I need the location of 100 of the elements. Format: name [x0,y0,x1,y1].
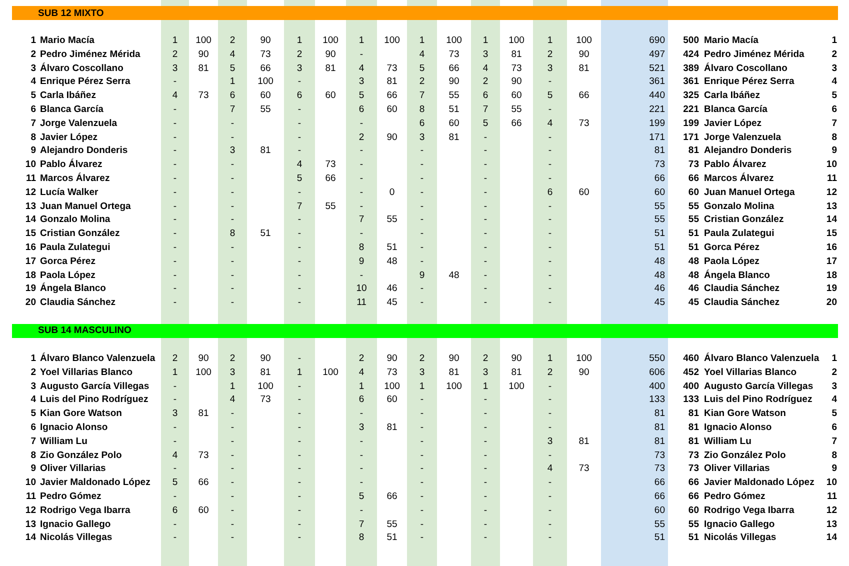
ranking-points: 51 [687,531,699,546]
player-name: Ángela Blanco [39,282,107,296]
ranking-position: 2 [830,366,837,380]
table-cell-text: - [172,282,178,296]
table-cell-text: 66 [197,476,210,490]
table-cell-text: 100 [445,34,463,48]
table-cell-text: - [296,268,302,282]
table-cell-text: 2 [482,75,490,90]
table-cell-text: 100 [322,34,340,48]
table-cell-text: - [547,420,553,435]
table-cell-text: 6 [228,89,236,103]
table-cell-text: - [547,102,553,117]
table-cell-text: 66 [448,62,460,76]
position-number: 8 [30,448,36,462]
total-points: 361 [648,75,665,90]
player-name: Yoel Villarias Blanco [39,366,134,380]
table-cell-text: - [172,144,178,158]
player-name: Ignacio Alonso [39,420,109,435]
table-cell-text: 4 [546,462,554,476]
table-cell-text: 66 [510,116,523,131]
table-cell-text: 3 [171,62,179,76]
player-name: Juan Manuel Ortega [704,186,796,200]
table-cell-text: - [482,434,488,449]
table-cell-text: 90 [510,75,523,90]
table-cell-text: - [172,490,178,504]
table-cell-text: 81 [578,62,590,76]
table-cell-text: 7 [418,89,426,103]
table-cell-text: 2 [171,352,179,366]
table-cell-text: - [547,200,553,214]
player-name: Cristian González [39,227,121,241]
player-name: Alejandro Donderis [704,144,793,158]
player-name: Paula Zulategui [39,240,112,255]
table-cell-text: 51 [259,227,272,241]
table-cell-text: 6 [358,393,366,408]
table-cell-text: 7 [358,518,366,532]
table-cell-text: 100 [256,75,274,90]
table-cell-text: 90 [448,75,460,90]
player-name: Javier Maldonado López [39,476,152,490]
table-cell-text: 55 [324,200,337,214]
table-cell-text: 66 [259,62,272,76]
table-cell-text: - [230,240,236,255]
table-cell-text: 5 [418,62,426,76]
table-cell-text: 90 [448,352,460,366]
table-cell-text: 4 [171,89,179,103]
table-cell-text: 3 [418,366,426,380]
table-cell-text: - [358,227,364,241]
table-cell-text: - [296,282,302,296]
total-points: 51 [653,240,665,255]
ranking-points: 73 [687,448,699,462]
table-cell-text: 81 [386,75,398,90]
table-cell-text: 81 [448,366,460,380]
table-cell-text: - [358,116,364,131]
total-points: 55 [653,200,665,214]
ranking-points: 51 [687,227,699,241]
player-name: Marcos Álvarez [39,172,111,186]
player-name: Rodrigo Vega Ibarra [39,504,132,518]
table-cell-text: - [358,158,364,172]
table-cell-text: - [547,282,553,296]
ranking-points: 500 [682,34,699,48]
table-cell-text: 5 [171,476,179,490]
ranking-position: 5 [830,407,837,421]
player-name: Paola López [39,268,96,282]
table-cell-text: - [482,254,488,269]
table-cell-text: 73 [259,48,272,62]
total-points: 51 [653,531,665,546]
player-name: Lucía Walker [39,186,100,200]
table-cell-text: 1 [296,366,304,380]
ranking-points: 60 [687,186,699,200]
player-name: Marcos Álvarez [704,172,775,186]
ranking-position: 9 [830,462,837,476]
ranking-points: 81 [687,434,699,449]
position-number: 1 [30,352,36,366]
table-cell-text: - [547,504,553,518]
player-name: Zio González Polo [704,448,787,462]
player-name: Pablo Álvarez [704,158,768,172]
ranking-points: 73 [687,462,699,476]
table-cell-text: 1 [228,75,236,90]
table-cell-text: - [482,186,488,200]
table-cell-text: - [172,213,178,228]
total-points: 66 [653,172,665,186]
table-cell-text: - [547,240,553,255]
position-number: 9 [30,462,36,476]
table-cell-text: 2 [296,48,304,62]
table-cell-text: 2 [358,130,366,144]
table-cell-text: - [230,158,236,172]
total-points: 81 [653,144,665,158]
table-cell-text: 51 [386,531,398,546]
player-name: Zio González Polo [39,448,123,462]
table-cell-text: - [296,380,302,394]
table-cell-text: - [358,504,364,518]
table-cell-text: 73 [578,116,590,131]
table-cell-text: 81 [510,48,523,62]
table-cell-text: 60 [324,89,337,103]
table-cell-text: 7 [358,213,366,228]
table-cell-text: - [419,172,425,186]
table-cell-text: - [482,448,488,462]
table-cell-text: - [358,462,364,476]
table-cell-text: - [419,158,425,172]
ranking-position: 20 [825,296,837,310]
table-cell-text: - [358,172,364,186]
